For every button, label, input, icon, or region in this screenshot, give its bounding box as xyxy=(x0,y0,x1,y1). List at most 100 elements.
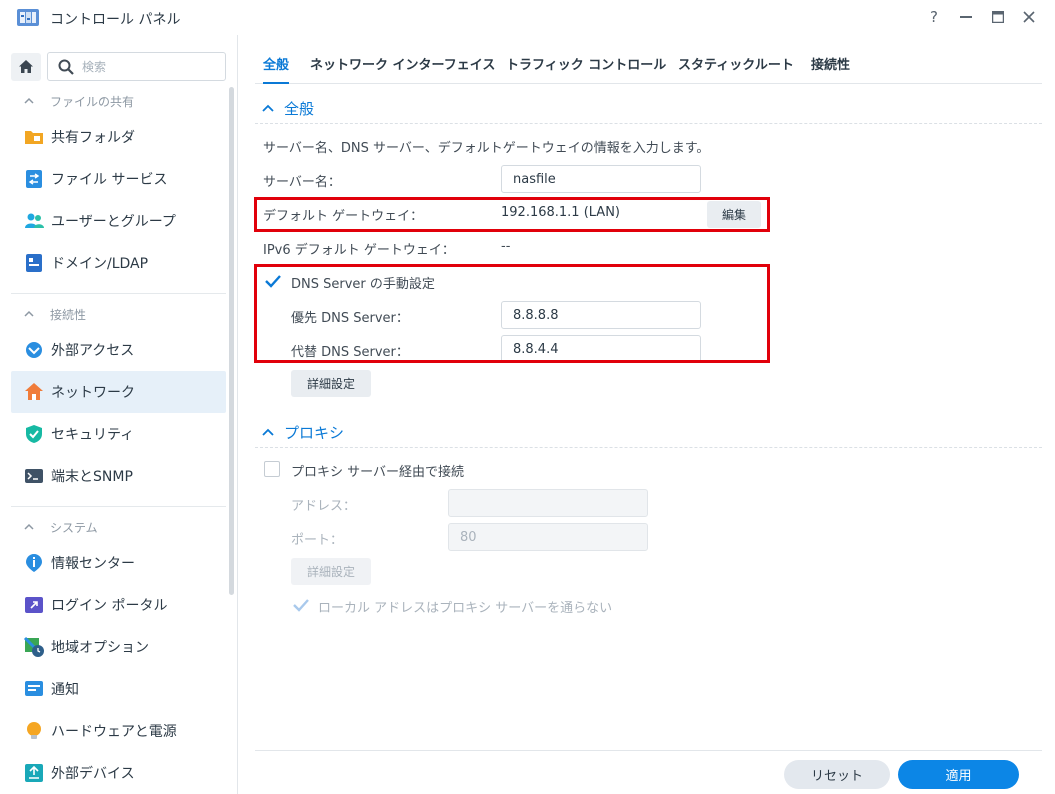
tab-traffic-control[interactable]: トラフィック コントロール xyxy=(506,54,666,73)
network-house-icon xyxy=(25,383,43,400)
proxy-enable-label: プロキシ サーバー経由で接続 xyxy=(291,465,465,480)
sidebar-divider xyxy=(11,293,226,294)
proxy-section-header[interactable]: プロキシ xyxy=(262,422,344,443)
sidebar-divider xyxy=(11,506,226,507)
help-icon[interactable]: ? xyxy=(922,6,946,28)
sidebar-item-label: 通知 xyxy=(51,682,79,698)
sidebar-scrollbar[interactable] xyxy=(229,87,234,595)
proxy-port-input[interactable] xyxy=(448,523,648,551)
sidebar-item-regional-options[interactable]: 地域オプション xyxy=(11,626,226,668)
sidebar-item-label: ハードウェアと電源 xyxy=(51,724,177,740)
dns-highlight-box xyxy=(254,264,770,363)
proxy-address-input[interactable] xyxy=(448,489,648,517)
tab-static-route[interactable]: スタティックルート xyxy=(678,54,794,73)
domain-icon xyxy=(26,254,42,272)
sidebar-item-label: 地域オプション xyxy=(51,640,149,656)
sidebar-item-label: ログイン ポータル xyxy=(51,598,168,614)
sidebar-item-shared-folder[interactable]: 共有フォルダ xyxy=(11,116,226,158)
general-section-header[interactable]: 全般 xyxy=(262,98,314,119)
search-input[interactable] xyxy=(82,59,212,74)
external-access-icon xyxy=(26,342,42,358)
dns-advanced-button[interactable]: 詳細設定 xyxy=(291,370,371,397)
sidebar-item-file-services[interactable]: ファイル サービス xyxy=(11,158,226,200)
ipv6-gateway-value: -- xyxy=(501,239,511,254)
proxy-advanced-button[interactable]: 詳細設定 xyxy=(291,558,371,585)
tab-general[interactable]: 全般 xyxy=(263,54,289,73)
sidebar-item-network[interactable]: ネットワーク xyxy=(11,371,226,413)
external-device-icon xyxy=(25,764,43,782)
tab-network-interface[interactable]: ネットワーク インターフェイス xyxy=(310,54,495,73)
section-connectivity[interactable]: 接続性 xyxy=(24,304,86,324)
sidebar-item-external-devices[interactable]: 外部デバイス xyxy=(11,752,226,794)
section-label: システム xyxy=(50,520,98,535)
lightbulb-icon xyxy=(27,722,41,739)
window-title: コントロール パネル xyxy=(50,12,181,28)
sidebar: ファイルの共有 共有フォルダ ファイル サービス ユーザーとグループ ドメイン/… xyxy=(0,35,238,794)
apply-button[interactable]: 適用 xyxy=(898,760,1019,789)
chevron-up-icon xyxy=(262,102,274,115)
sidebar-item-security[interactable]: セキュリティ xyxy=(11,413,226,455)
sidebar-item-terminal-snmp[interactable]: 端末とSNMP xyxy=(11,455,226,497)
proxy-enable-checkbox[interactable] xyxy=(264,461,280,477)
users-icon xyxy=(25,213,44,228)
gateway-highlight-box xyxy=(254,197,770,232)
section-label: ファイルの共有 xyxy=(50,94,135,109)
shield-icon xyxy=(26,425,42,443)
section-divider xyxy=(255,123,1042,124)
chevron-up-icon xyxy=(262,426,274,439)
proxy-port-label: ポート： xyxy=(291,533,344,548)
regional-clock-icon xyxy=(23,636,44,657)
sidebar-item-label: ユーザーとグループ xyxy=(51,214,176,230)
section-file-sharing[interactable]: ファイルの共有 xyxy=(24,91,134,111)
chevron-up-icon xyxy=(24,309,36,320)
maximize-icon[interactable] xyxy=(986,6,1010,28)
sidebar-item-label: 端末とSNMP xyxy=(51,469,133,485)
sidebar-item-users-groups[interactable]: ユーザーとグループ xyxy=(11,200,226,242)
notification-icon xyxy=(25,681,43,696)
proxy-bypass-label: ローカル アドレスはプロキシ サーバーを通らない xyxy=(318,601,613,616)
section-label: 接続性 xyxy=(50,307,87,322)
sidebar-item-info-center[interactable]: 情報センター xyxy=(11,542,226,584)
sidebar-item-label: 外部アクセス xyxy=(51,343,135,359)
active-tab-indicator xyxy=(263,82,289,84)
ipv6-gateway-label: IPv6 デフォルト ゲートウェイ： xyxy=(263,243,455,258)
minimize-icon[interactable] xyxy=(954,6,978,28)
proxy-address-label: アドレス： xyxy=(291,499,357,514)
section-divider xyxy=(255,447,1042,448)
sidebar-item-login-portal[interactable]: ログイン ポータル xyxy=(11,584,226,626)
home-button[interactable] xyxy=(11,53,41,81)
tab-bar: 全般 ネットワーク インターフェイス トラフィック コントロール スタティックル… xyxy=(255,46,1042,84)
chevron-up-icon xyxy=(24,522,36,533)
server-name-input[interactable] xyxy=(501,165,701,193)
sidebar-item-label: ドメイン/LDAP xyxy=(51,256,149,272)
folder-icon xyxy=(25,131,43,144)
info-icon xyxy=(26,554,42,572)
sidebar-item-label: 情報センター xyxy=(51,556,135,572)
sidebar-item-external-access[interactable]: 外部アクセス xyxy=(11,329,226,371)
file-services-icon xyxy=(26,170,42,188)
sidebar-item-hardware-power[interactable]: ハードウェアと電源 xyxy=(11,710,226,752)
sidebar-item-label: セキュリティ xyxy=(51,427,135,443)
tab-connectivity[interactable]: 接続性 xyxy=(811,54,850,73)
section-system[interactable]: システム xyxy=(24,517,98,537)
title-bar: コントロール パネル ? xyxy=(0,0,1055,35)
sidebar-item-notification[interactable]: 通知 xyxy=(11,668,226,710)
chevron-up-icon xyxy=(24,96,36,107)
sidebar-item-label: 共有フォルダ xyxy=(51,130,135,146)
sidebar-item-label: 外部デバイス xyxy=(51,766,135,782)
server-name-label: サーバー名： xyxy=(263,175,341,190)
control-panel-icon xyxy=(17,9,39,26)
sidebar-item-domain-ldap[interactable]: ドメイン/LDAP xyxy=(11,242,226,284)
reset-button[interactable]: リセット xyxy=(784,760,890,789)
login-portal-icon xyxy=(25,597,43,613)
close-icon[interactable] xyxy=(1017,6,1041,28)
search-icon xyxy=(58,59,74,75)
general-description: サーバー名、DNS サーバー、デフォルトゲートウェイの情報を入力します。 xyxy=(263,141,710,156)
proxy-bypass-checkbox[interactable] xyxy=(292,597,310,613)
sidebar-item-label: ファイル サービス xyxy=(51,172,168,188)
sidebar-item-label: ネットワーク xyxy=(51,385,135,401)
section-title: プロキシ xyxy=(284,424,345,442)
footer-divider xyxy=(255,750,1042,751)
search-box[interactable] xyxy=(47,52,226,81)
home-icon xyxy=(19,60,33,73)
